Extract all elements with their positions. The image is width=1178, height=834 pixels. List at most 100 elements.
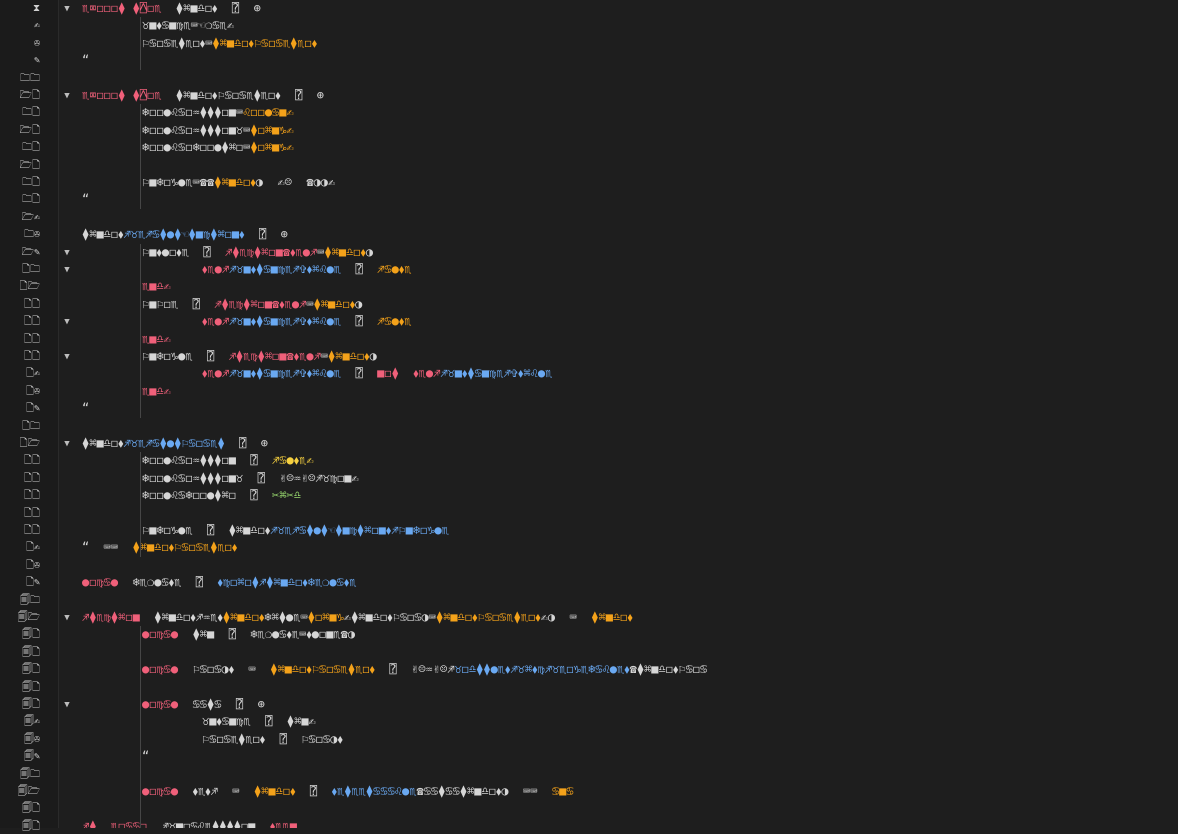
code-line[interactable]: ⚐︎♋︎◻︎♋︎♏︎⧫︎♏︎◻︎⬧︎⌨︎⧫︎⌘︎■︎♎︎◻︎⬧︎⚐︎♋︎◻︎♋︎… <box>142 35 317 52</box>
code-line[interactable]: “ <box>142 748 149 765</box>
gutter-icon: 🗐🗀 <box>20 768 40 780</box>
code-line[interactable]: ♏︎■︎♎︎✍︎ <box>142 383 171 400</box>
code-line[interactable]: ⬧︎♏︎●︎♐︎♐︎♉︎■︎⬧︎⧫︎♋︎■︎♍︎♏︎♐︎✞︎⬧︎⌘︎♌︎●︎♏︎… <box>202 365 552 382</box>
code-line[interactable]: “ <box>82 400 89 417</box>
code-line[interactable]: ●︎◻︎♍︎♋︎●︎ ⬧︎♏︎⬧︎♐︎ ⌨︎ ⧫︎⌘︎■︎♎︎◻︎⬧︎ ⍰︎ ⬧… <box>142 783 574 800</box>
code-token: ◑︎ <box>369 349 377 363</box>
code-token: ♉︎◻︎♎︎⧫︎⧫︎●︎♏︎⬧︎♐︎♉︎⌘︎⬧︎♍︎♐︎♉︎♏︎◻︎♑︎♏︎❄︎… <box>454 662 630 677</box>
fold-toggle-icon[interactable]: ▼ <box>60 246 74 260</box>
code-line[interactable]: ♏︎■︎♎︎✍︎ <box>142 278 171 295</box>
code-line[interactable]: “ <box>82 191 89 208</box>
indent-guide <box>140 104 141 209</box>
code-line[interactable]: ♉︎■︎⬧︎♋︎■︎♍︎♏︎⌨︎☜︎❍︎♋︎♏︎✍︎ <box>142 17 234 34</box>
code-token: “ <box>82 401 90 416</box>
code-token: ⧫︎◻︎⌘︎■︎♑︎✍︎ <box>250 140 294 155</box>
gutter-icon: 🗁🗋 <box>19 90 40 101</box>
gutter-icon: 🗋✇ <box>25 559 40 571</box>
code-token: ⚐︎■︎⚐︎◻︎♏︎ ⍰︎ <box>142 296 215 311</box>
code-line[interactable]: ❄︎◻︎◻︎●︎♌︎♋︎◻︎❄︎◻︎◻︎●︎⧫︎⌘︎◻︎⌨︎⧫︎◻︎⌘︎■︎♑︎… <box>142 139 294 156</box>
gutter-icon: 🗐🗋 <box>21 681 40 693</box>
code-line[interactable]: ♉︎■︎⬧︎♋︎■︎♍︎♏︎ ⍰︎ ⧫︎⌘︎■︎✍︎ <box>202 713 316 730</box>
fold-toggle-icon[interactable]: ▼ <box>60 437 74 451</box>
code-line[interactable]: ♏︎⌧︎◻︎◻︎◻︎⧫︎ ⧫︎⍓︎◻︎♏︎ ⧫︎⌘︎■︎♎︎◻︎⬧︎ ⍰︎ ⊕︎ <box>82 0 261 17</box>
fold-toggle-icon[interactable]: ▼ <box>60 263 74 277</box>
code-line[interactable]: “ ⌨︎⌨︎ ⧫︎⌘︎■︎♎︎◻︎⬧︎⚐︎♋︎◻︎♋︎♏︎⧫︎♏︎◻︎⬧︎ <box>82 539 237 556</box>
gutter-icon: 🗋🗋 <box>23 490 40 502</box>
code-token: ◑︎ <box>355 296 363 311</box>
code-line[interactable]: ⧫︎⌘︎■︎♎︎◻︎⬧︎♐︎♉︎♏︎♐︎♋︎⧫︎●︎⧫︎⚐︎♋︎◻︎♋︎♏︎⧫︎… <box>82 435 268 452</box>
fold-toggle-icon[interactable]: ▼ <box>60 350 74 364</box>
code-token: ⚐︎■︎⬧︎●︎◻︎⬧︎♏︎ ⍰︎ <box>142 244 226 259</box>
gutter-icon: 🗀🗋 <box>21 194 40 206</box>
code-token: ♐︎♋︎●︎⬧︎♏︎ <box>377 262 412 276</box>
gutter-icon: 🗋🗁 <box>19 438 40 449</box>
code-token: ⧫︎⌘︎■︎♎︎◻︎⬧︎⚐︎♋︎◻︎♋︎♏︎⧫︎♏︎◻︎⬧︎ ⍰︎ ⊕︎ <box>161 88 325 102</box>
code-token: ■︎◻︎⧫︎ ⬧︎♏︎●︎♐︎ <box>377 366 441 381</box>
code-line[interactable]: ❄︎◻︎◻︎●︎♌︎♋︎◻︎♒︎⧫︎⧫︎⧫︎◻︎■︎♉︎ ⍰︎ ✌︎☹︎♒︎✌︎… <box>142 470 359 487</box>
code-token: ⬧︎♏︎♏︎■︎ <box>269 818 297 828</box>
code-token: ☎︎⧫︎⌘︎■︎♎︎◻︎⬧︎⚐︎♋︎◻︎♋︎ <box>629 662 708 677</box>
code-token: ⧫︎⌘︎■︎♎︎◻︎⬧︎⚐︎♋︎◻︎♋︎♏︎⧫︎♏︎◻︎⬧︎ <box>435 610 541 624</box>
code-token: ♐︎♋︎●︎⬧︎♏︎ <box>377 314 412 329</box>
code-line[interactable]: ❄︎◻︎◻︎●︎♌︎♋︎◻︎♒︎⧫︎⧫︎⧫︎◻︎■︎⌨︎♌︎◻︎◻︎●︎♋︎■︎… <box>142 104 294 121</box>
code-line[interactable]: ⚐︎■︎⚐︎◻︎♏︎ ⍰︎ ♐︎⧫︎♏︎♍︎⧫︎⌘︎◻︎■︎☎︎⬧︎♏︎●︎♐︎… <box>142 296 362 313</box>
code-token: ⧫︎⌘︎■︎ ⍰︎ ❄︎♏︎❍︎●︎♋︎⬧︎♏︎⌨︎⬧︎●︎◻︎■︎♏︎☎︎◑︎ <box>178 627 356 642</box>
gutter-icon: 🗁🗋 <box>19 159 40 171</box>
code-line[interactable]: ⬧︎♏︎●︎♐︎♐︎♉︎■︎⬧︎⧫︎♋︎■︎♍︎♏︎♐︎✞︎⬧︎⌘︎♌︎●︎♏︎… <box>202 313 411 330</box>
code-token: ⚐︎♋︎◻︎♋︎◑︎⬧︎ ⌨︎ <box>178 662 271 677</box>
code-token: ♏︎■︎♎︎✍︎ <box>142 383 171 398</box>
code-line[interactable]: ♐︎⧫︎♏︎♍︎⧫︎⌘︎◻︎■︎ ⧫︎⌘︎■︎♎︎◻︎⬧︎♐︎♒︎♏︎⬧︎⧫︎⌘… <box>82 609 633 626</box>
code-token: ♉︎■︎⬧︎♋︎■︎♍︎♏︎⌨︎☜︎❍︎♋︎♏︎✍︎ <box>142 18 235 33</box>
code-line[interactable]: ⚐︎♋︎◻︎♋︎♏︎⧫︎♏︎◻︎⬧︎ ⍰︎ ⚐︎♋︎◻︎♋︎◑︎⬧︎ <box>202 731 343 748</box>
code-token: ♐︎⧫︎♏︎♍︎⧫︎⌘︎◻︎■︎☎︎⬧︎♏︎●︎♐︎ <box>214 296 307 311</box>
code-token: ⧫︎⌘︎■︎♎︎◻︎⬧︎ <box>82 436 124 450</box>
code-line[interactable]: “ <box>82 52 89 69</box>
code-line[interactable]: ●︎◻︎♍︎♋︎●︎ ♋︎♋︎⧫︎♋︎ ⍰︎ ⊕︎ <box>142 696 265 713</box>
code-token: ♌︎◻︎◻︎●︎♋︎■︎✍︎ <box>243 105 294 120</box>
code-token: ⧫︎◻︎⌘︎■︎♑︎ <box>307 610 344 624</box>
code-line[interactable]: ⬧︎♏︎●︎♐︎♐︎♉︎■︎⬧︎⧫︎♋︎■︎♍︎♏︎♐︎✞︎⬧︎⌘︎♌︎●︎♏︎… <box>202 261 411 278</box>
code-editor[interactable]: ⧗ ✍ ✇ ✎ 🗀🗀 🗁🗋 🗀🗋 🗁🗋 🗀🗋 🗁🗋 🗀🗋 🗀🗋 🗁✍ 🗀✇ 🗁✎ 🗋🗀 🗋🗁 🗋🗋 🗋🗋 🗋🗋 🗋🗋 🗋✍… <box>0 0 1178 832</box>
code-token: ♐︎⧫︎ ♏︎◻︎♋︎♋︎◻︎ <box>82 818 148 828</box>
gutter-icon: 🗁✎ <box>21 246 40 258</box>
gutter-icon: 🗋✎ <box>25 403 40 415</box>
code-token: ●︎◻︎♍︎♋︎●︎ <box>142 697 179 711</box>
fold-toggle-icon[interactable]: ▼ <box>60 315 74 329</box>
code-line[interactable]: ⚐︎■︎❄︎◻︎♑︎●︎♏︎⌨︎☎︎☎︎⧫︎⌘︎■︎♎︎◻︎⬧︎◑︎ ✍︎☹︎ … <box>142 174 335 191</box>
code-token: ❄︎◻︎◻︎●︎♌︎♋︎◻︎♒︎⧫︎⧫︎⧫︎◻︎■︎ ⍰︎ <box>142 453 273 468</box>
code-line[interactable]: ♏︎■︎♎︎✍︎ <box>142 331 171 348</box>
code-line[interactable]: ⧫︎⌘︎■︎♎︎◻︎⬧︎♐︎♉︎♏︎♐︎♋︎⧫︎●︎⧫︎☜︎⧫︎■︎♍︎⧫︎⌘︎… <box>82 226 288 243</box>
code-token: ♐︎♉︎■︎⬧︎⧫︎♋︎■︎♍︎♏︎♐︎✞︎⬧︎⌘︎♌︎●︎♏︎ <box>229 314 342 329</box>
code-line[interactable]: ⚐︎■︎❄︎◻︎♑︎●︎♏︎ ⍰︎ ⧫︎⌘︎■︎♎︎◻︎⬧︎♐︎♉︎♏︎♐︎♋︎… <box>142 522 449 539</box>
code-line[interactable]: ❄︎◻︎◻︎●︎♌︎♋︎❄︎◻︎◻︎●︎⧫︎⌘︎◻︎ ⍰︎ ✂︎⌘︎✂︎♎︎ <box>142 487 301 504</box>
code-token: ⌨︎ <box>306 296 314 311</box>
gutter-icon: 🗋🗋 <box>23 333 40 345</box>
fold-toggle-icon[interactable]: ▼ <box>60 89 74 103</box>
fold-toggle-icon[interactable]: ▼ <box>60 611 74 625</box>
code-token: ⧫︎⌘︎■︎♎︎◻︎⬧︎⚐︎♋︎◻︎♋︎♏︎⧫︎♏︎◻︎⬧︎ <box>132 540 238 555</box>
code-line[interactable]: ●︎◻︎♍︎♋︎●︎ ⚐︎♋︎◻︎♋︎◑︎⬧︎ ⌨︎ ⧫︎⌘︎■︎♎︎◻︎⬧︎⚐… <box>142 661 707 678</box>
code-line[interactable]: ❄︎◻︎◻︎●︎♌︎♋︎◻︎♒︎⧫︎⧫︎⧫︎◻︎■︎ ⍰︎ ♐︎♋︎●︎⬧︎♏︎… <box>142 452 314 469</box>
gutter-icon: 🗋🗁 <box>19 281 40 293</box>
code-line[interactable]: ⚐︎■︎⬧︎●︎◻︎⬧︎♏︎ ⍰︎ ♐︎⧫︎♏︎♍︎⧫︎⌘︎◻︎■︎☎︎⬧︎♏︎… <box>142 244 373 261</box>
code-line[interactable]: ♏︎⌧︎◻︎◻︎◻︎⧫︎ ⧫︎⍓︎◻︎♏︎ ⧫︎⌘︎■︎♎︎◻︎⬧︎⚐︎♋︎◻︎… <box>82 87 324 104</box>
fold-toggle-icon[interactable]: ▼ <box>60 2 74 16</box>
code-token: ⚐︎■︎❄︎◻︎♑︎●︎♏︎⌨︎☎︎☎︎ <box>142 175 215 189</box>
code-token: ⧫︎◻︎⌘︎■︎♑︎✍︎ <box>250 122 294 137</box>
code-line[interactable]: ♐︎⧫︎ ♏︎◻︎♋︎♋︎◻︎ ♐︎♉︎■︎◻︎♋︎♌︎♏︎⧫︎⧫︎⧫︎⧫︎◻︎… <box>82 818 297 828</box>
code-token: ☎︎♋︎♋︎⧫︎♋︎♋︎⧫︎⌘︎■︎♎︎◻︎⬧︎◑︎ ⌨︎⌨︎ <box>416 784 552 798</box>
gutter-icon: 🗐🗋 <box>21 820 40 832</box>
code-line[interactable]: ●︎◻︎♍︎♋︎●︎ ❄︎♏︎❍︎●︎♋︎⬧︎♏︎ ⍰︎ ⬧︎♍︎◻︎⌘︎◻︎⧫… <box>82 574 356 591</box>
code-token: ♏︎■︎♎︎✍︎ <box>142 279 171 294</box>
line-gutter: ⧗ ✍ ✇ ✎ 🗀🗀 🗁🗋 🗀🗋 🗁🗋 🗀🗋 🗁🗋 🗀🗋 🗀🗋 🗁✍ 🗀✇ 🗁✎ 🗋🗀 🗋🗁 🗋🗋 🗋🗋 🗋🗋 🗋🗋 🗋✍… <box>0 0 59 832</box>
code-token: ⬧︎♏︎●︎♐︎ <box>202 366 230 381</box>
code-token: ❄︎◻︎◻︎●︎♌︎♋︎◻︎♒︎⧫︎⧫︎⧫︎◻︎■︎⌨︎ <box>142 105 244 120</box>
code-line[interactable]: ●︎◻︎♍︎♋︎●︎ ⧫︎⌘︎■︎ ⍰︎ ❄︎♏︎❍︎●︎♋︎⬧︎♏︎⌨︎⬧︎●… <box>142 626 355 643</box>
gutter-icon: 🗀🗋 <box>21 142 40 154</box>
code-area[interactable]: ♏︎⌧︎◻︎◻︎◻︎⧫︎ ⧫︎⍓︎◻︎♏︎ ⧫︎⌘︎■︎♎︎◻︎⬧︎ ⍰︎ ⊕︎… <box>82 0 1178 828</box>
code-line[interactable]: ⚐︎■︎❄︎◻︎♑︎●︎♏︎ ⍰︎ ♐︎⧫︎♏︎♍︎⧫︎⌘︎◻︎■︎☎︎⬧︎♏︎… <box>142 348 377 365</box>
gutter-icon: ✍ <box>33 20 40 32</box>
fold-toggle-icon[interactable]: ▼ <box>60 698 74 712</box>
code-line[interactable]: ❄︎◻︎◻︎●︎♌︎♋︎◻︎♒︎⧫︎⧫︎⧫︎◻︎■︎♉︎⌨︎⧫︎◻︎⌘︎■︎♑︎… <box>142 122 294 139</box>
gutter-icon: ⧗ <box>32 3 40 14</box>
